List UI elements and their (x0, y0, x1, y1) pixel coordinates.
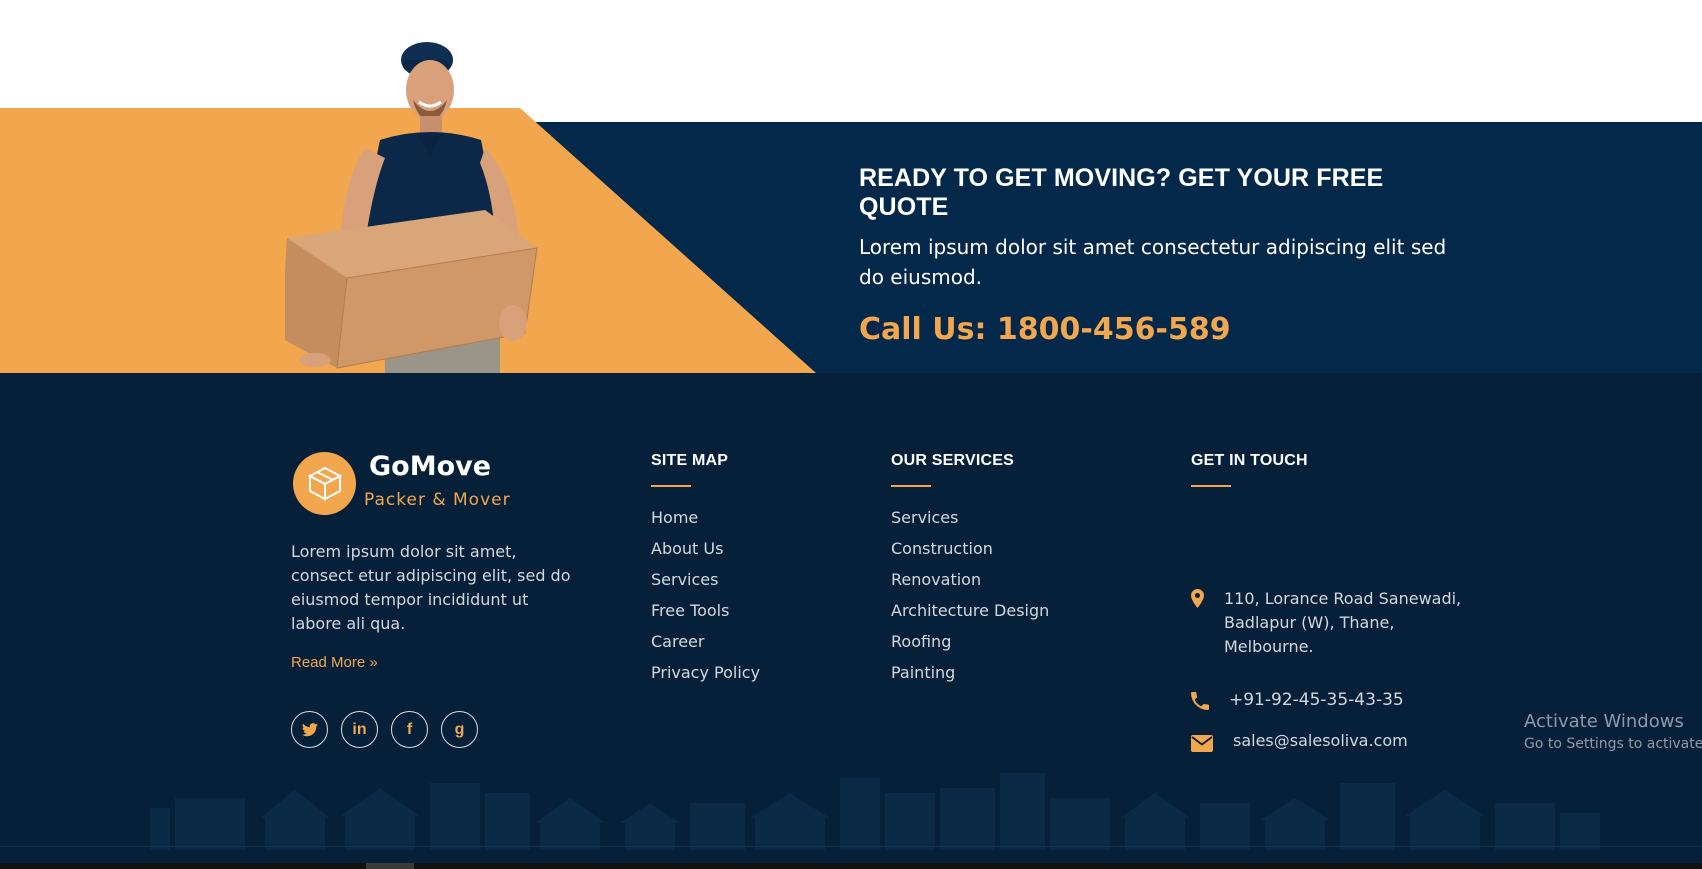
heading-underline (1191, 485, 1231, 487)
logo-badge[interactable] (293, 452, 356, 515)
sitemap-heading: SITE MAP (651, 452, 729, 469)
google-icon[interactable]: g (441, 711, 478, 748)
delivery-man-image (285, 42, 538, 374)
cta-description: Lorem ipsum dolor sit amet consectetur a… (859, 235, 1447, 289)
social-links: in f g (291, 711, 478, 748)
bottom-bar (0, 863, 1702, 869)
sitemap-link-career[interactable]: Career (651, 632, 760, 663)
sitemap-link-about[interactable]: About Us (651, 539, 760, 570)
linkedin-icon[interactable]: in (341, 711, 378, 748)
sitemap-link-free-tools[interactable]: Free Tools (651, 601, 760, 632)
twitter-icon[interactable] (291, 711, 328, 748)
activate-windows-watermark: Activate Windows Go to Settings to activ… (1524, 711, 1702, 752)
contact-column: GET IN TOUCH 110, Lorance Road Sanewadi,… (1191, 452, 1461, 752)
scrollbar-thumb[interactable] (366, 863, 414, 869)
cta-heading: READY TO GET MOVING? GET YOUR FREE QUOTE (859, 164, 1384, 221)
service-link-services[interactable]: Services (891, 508, 1049, 539)
phone-text[interactable]: +91-92-45-35-43-35 (1229, 690, 1404, 710)
envelope-icon (1191, 735, 1213, 752)
site-footer: GoMove Packer & Mover Lorem ipsum dolor … (0, 373, 1702, 869)
sitemap-link-services[interactable]: Services (651, 570, 760, 601)
contact-heading: GET IN TOUCH (1191, 452, 1308, 469)
linkedin-glyph: in (352, 720, 367, 738)
read-more-link[interactable]: Read More » (291, 654, 378, 671)
box-logo-icon (307, 466, 343, 501)
services-heading: OUR SERVICES (891, 452, 1015, 469)
heading-underline (651, 485, 691, 487)
service-link-architecture[interactable]: Architecture Design (891, 601, 1049, 632)
sitemap-link-home[interactable]: Home (651, 508, 760, 539)
brand-name[interactable]: GoMove (369, 451, 491, 482)
facebook-glyph: f (406, 720, 413, 738)
service-link-construction[interactable]: Construction (891, 539, 1049, 570)
quote-cta: READY TO GET MOVING? GET YOUR FREE QUOTE… (859, 164, 1459, 347)
activate-subtitle: Go to Settings to activate W (1524, 736, 1702, 752)
about-text: Lorem ipsum dolor sit amet, consect etur… (291, 542, 571, 633)
email-text[interactable]: sales@salesoliva.com (1233, 731, 1408, 750)
service-link-painting[interactable]: Painting (891, 663, 1049, 694)
activate-title: Activate Windows (1524, 711, 1684, 732)
brand-tagline: Packer & Mover (364, 490, 511, 510)
service-link-renovation[interactable]: Renovation (891, 570, 1049, 601)
heading-underline (891, 485, 931, 487)
footer-divider (0, 846, 1702, 847)
service-link-roofing[interactable]: Roofing (891, 632, 1049, 663)
services-column: OUR SERVICES Services Construction Renov… (891, 452, 1049, 694)
address-text: 110, Lorance Road Sanewadi, Badlapur (W)… (1224, 589, 1462, 656)
phone-icon (1191, 692, 1209, 710)
google-glyph: g (454, 720, 465, 738)
sitemap-column: SITE MAP Home About Us Services Free Too… (651, 452, 760, 694)
sitemap-link-privacy[interactable]: Privacy Policy (651, 663, 760, 694)
map-pin-icon (1191, 589, 1204, 608)
city-skyline-decoration (150, 773, 1600, 850)
facebook-icon[interactable]: f (391, 711, 428, 748)
call-us-phone[interactable]: Call Us: 1800-456-589 (859, 312, 1459, 347)
